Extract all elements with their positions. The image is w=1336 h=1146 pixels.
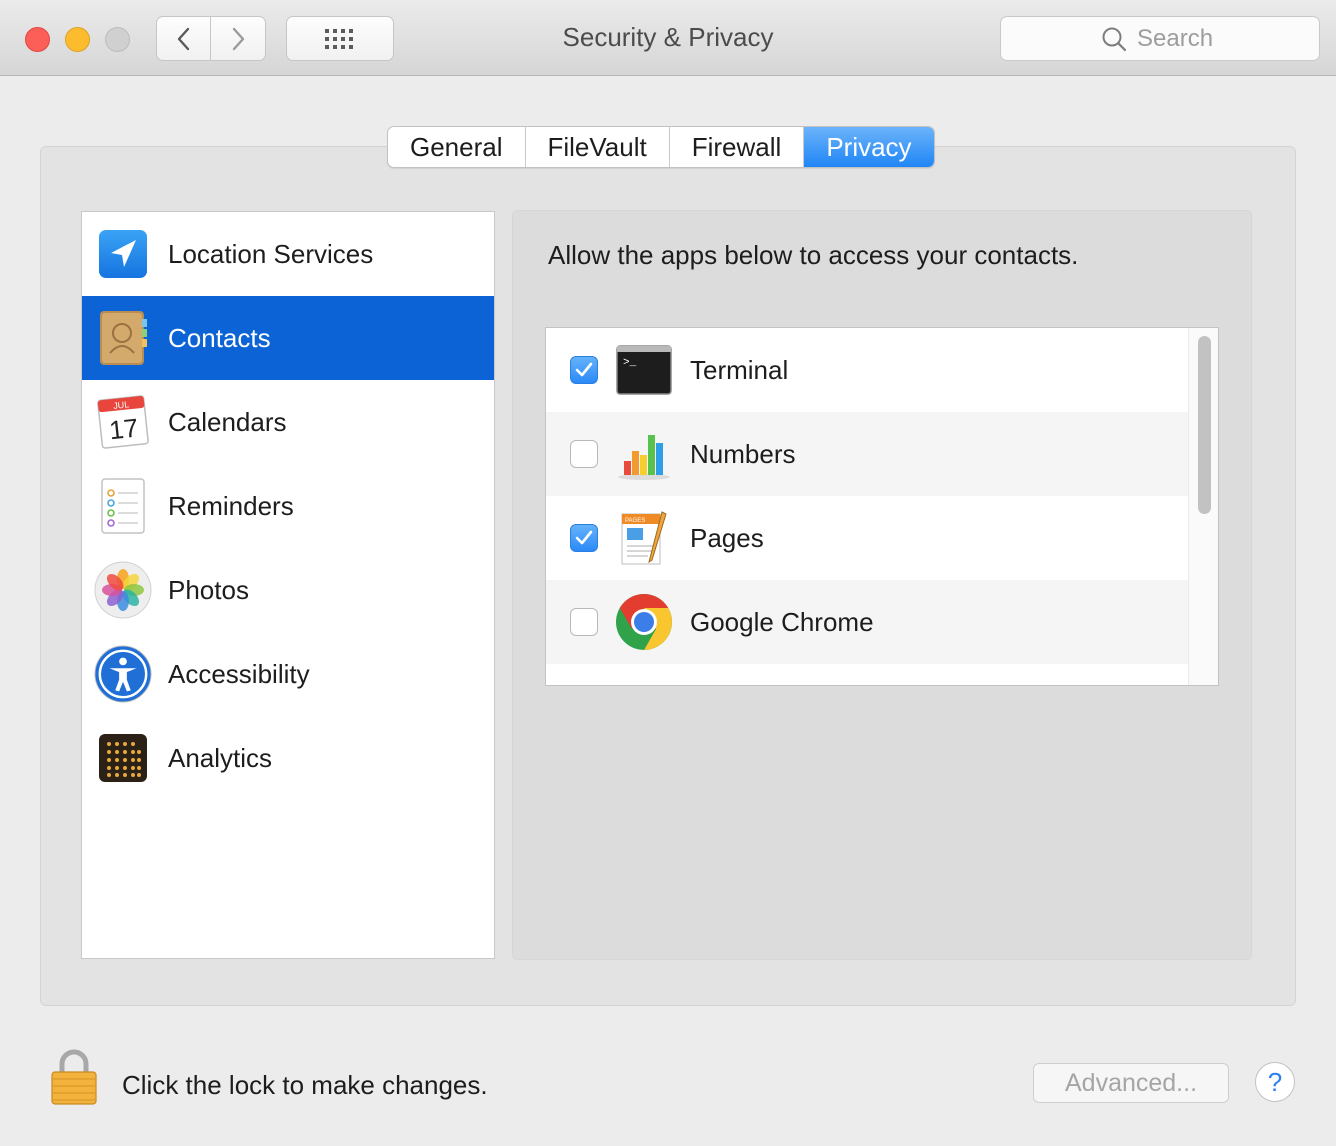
sidebar-item-reminders[interactable]: Reminders <box>82 464 494 548</box>
list-item-google-chrome: Google Chrome <box>546 580 1188 664</box>
app-name: Google Chrome <box>690 606 874 637</box>
lock-instruction-text: Click the lock to make changes. <box>122 1070 488 1100</box>
tab-filevault[interactable]: FileVault <box>526 127 670 167</box>
tab-general[interactable]: General <box>388 127 526 167</box>
tab-privacy[interactable]: Privacy <box>804 127 934 167</box>
location-arrow-icon <box>94 225 152 283</box>
list-item-terminal: >_ Terminal <box>546 328 1188 412</box>
app-permission-list[interactable]: >_ Terminal Numbers PAGES Pages Google C… <box>545 327 1219 686</box>
scrollbar-thumb[interactable] <box>1198 336 1211 514</box>
calendar-month-text: JUL <box>113 399 130 411</box>
app-name: Numbers <box>690 438 796 469</box>
sidebar-item-label: Contacts <box>168 322 271 353</box>
sidebar-item-accessibility[interactable]: Accessibility <box>82 632 494 716</box>
padlock-icon[interactable] <box>50 1048 98 1106</box>
help-button[interactable]: ? <box>1255 1062 1295 1102</box>
sidebar-item-label: Reminders <box>168 490 294 521</box>
sidebar-item-label: Location Services <box>168 238 374 269</box>
terminal-prompt-text: >_ <box>623 357 637 369</box>
pages-icon: PAGES <box>615 509 673 567</box>
partially-hidden-app-icon <box>615 677 673 685</box>
app-name: Terminal <box>690 354 789 385</box>
calendar-icon: JUL 17 <box>94 393 152 451</box>
pages-icon-text: PAGES <box>625 518 645 524</box>
panel-description: Allow the apps below to access your cont… <box>548 240 1079 270</box>
sidebar-item-analytics[interactable]: Analytics <box>82 716 494 800</box>
list-item-pages: PAGES Pages <box>546 496 1188 580</box>
list-item-partial <box>546 664 1188 685</box>
sidebar-item-label: Calendars <box>168 406 287 437</box>
tab-bar: General FileVault Firewall Privacy <box>387 126 935 168</box>
tab-firewall[interactable]: Firewall <box>670 127 805 167</box>
search-field[interactable] <box>1000 16 1320 61</box>
app-name: Pages <box>690 522 764 553</box>
pages-checkbox[interactable] <box>570 524 598 552</box>
privacy-category-list: Location Services Contacts JUL 17 Calend… <box>81 211 495 959</box>
sidebar-item-photos[interactable]: Photos <box>82 548 494 632</box>
terminal-icon: >_ <box>615 341 673 399</box>
sidebar-item-label: Photos <box>168 574 249 605</box>
checkmark-icon <box>575 362 593 377</box>
numbers-chart-icon <box>615 425 673 483</box>
title-bar: Security & Privacy <box>0 0 1336 76</box>
sidebar-item-location-services[interactable]: Location Services <box>82 212 494 296</box>
sidebar-item-label: Analytics <box>168 742 273 773</box>
search-icon <box>1102 27 1127 51</box>
advanced-button[interactable]: Advanced... <box>1033 1063 1229 1103</box>
sidebar-item-label: Accessibility <box>168 658 310 689</box>
list-item-numbers: Numbers <box>546 412 1188 496</box>
calendar-day-text: 17 <box>108 413 140 446</box>
google-chrome-checkbox[interactable] <box>570 608 598 636</box>
search-input[interactable] <box>1137 24 1219 53</box>
contacts-book-icon <box>94 309 152 367</box>
accessibility-person-icon <box>94 645 152 703</box>
analytics-dots-icon <box>94 729 152 787</box>
reminders-list-icon <box>94 477 152 535</box>
photos-flower-icon <box>94 561 152 619</box>
sidebar-item-contacts[interactable]: Contacts <box>82 296 494 380</box>
terminal-checkbox[interactable] <box>570 356 598 384</box>
vertical-scrollbar[interactable] <box>1188 328 1218 685</box>
checkmark-icon <box>575 530 593 545</box>
chrome-icon <box>615 593 673 651</box>
sidebar-item-calendars[interactable]: JUL 17 Calendars <box>82 380 494 464</box>
numbers-checkbox[interactable] <box>570 440 598 468</box>
